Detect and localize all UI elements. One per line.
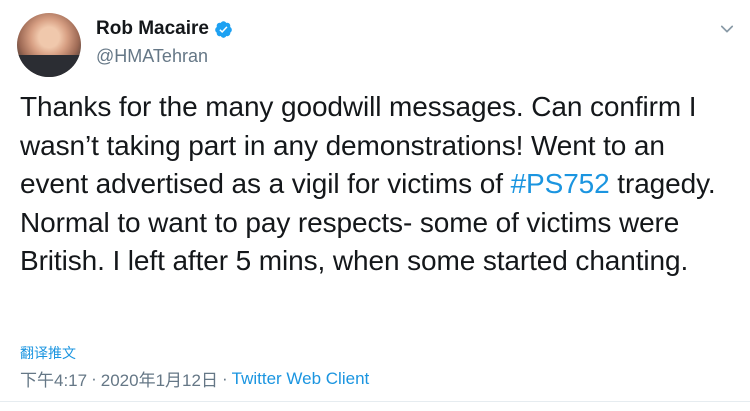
tweet-time[interactable]: 下午4:17 [20, 366, 87, 391]
author-name-row[interactable]: Rob Macaire [96, 18, 233, 40]
tweet-card: Rob Macaire @HMATehran Thanks for the ma… [0, 0, 750, 411]
meta-separator-2: · [221, 368, 228, 388]
tweet-text: Thanks for the many goodwill messages. C… [20, 88, 740, 281]
verified-badge-icon [215, 20, 232, 38]
tweet-meta: 下午4:17 · 2020年1月12日 · Twitter Web Client [20, 366, 369, 391]
divider [0, 401, 750, 402]
tweet-source-link[interactable]: Twitter Web Client [232, 369, 370, 389]
author-handle[interactable]: @HMATehran [96, 46, 208, 67]
chevron-down-icon[interactable] [718, 20, 736, 38]
meta-separator: · [91, 368, 97, 388]
avatar[interactable] [17, 13, 81, 77]
author-display-name[interactable]: Rob Macaire [96, 18, 209, 40]
hashtag-link[interactable]: #PS752 [511, 168, 610, 199]
tweet-date[interactable]: 2020年1月12日 [101, 366, 218, 391]
translate-tweet-link[interactable]: 翻译推文 [20, 343, 76, 363]
